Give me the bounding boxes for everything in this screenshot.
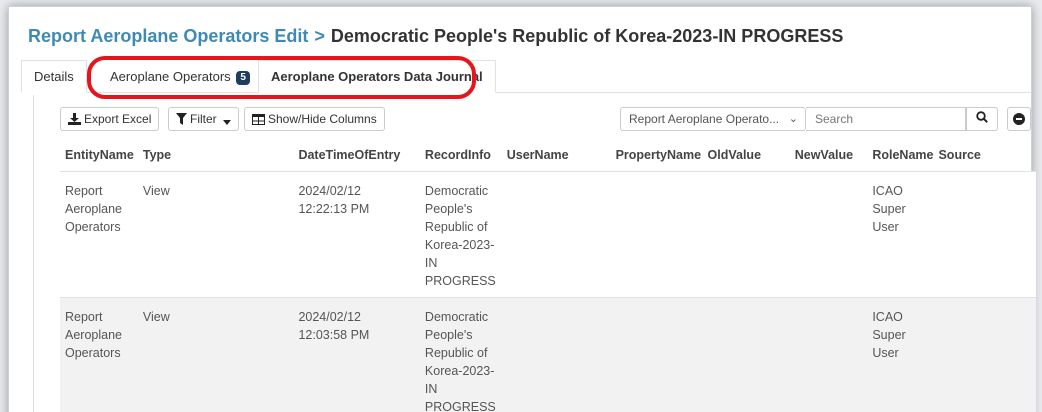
table-header-row: EntityName Type DateTimeOfEntry RecordIn… [60, 139, 1036, 172]
breadcrumb-parent-link[interactable]: Report Aeroplane Operators Edit [28, 26, 308, 46]
table-row: Report Aeroplane Operators View 2024/02/… [60, 297, 1036, 412]
app-window: Report Aeroplane Operators Edit > Democrat… [8, 6, 1036, 412]
column-header-type[interactable]: Type [137, 139, 295, 172]
cell-new-value [789, 171, 868, 298]
column-header-username[interactable]: UserName [501, 139, 611, 172]
search-input[interactable]: Search [806, 107, 966, 131]
column-header-recordinfo[interactable]: RecordInfo [419, 139, 502, 172]
breadcrumb-separator: > [314, 26, 325, 46]
cell-old-value [702, 171, 790, 298]
cell-source [933, 171, 1036, 298]
count-badge: 5 [236, 71, 250, 85]
column-header-newvalue[interactable]: NewValue [789, 139, 868, 172]
cell-role-name: ICAO Super User [867, 297, 934, 412]
cell-new-value [789, 297, 868, 412]
cell-property-name [610, 171, 703, 298]
breadcrumb: Report Aeroplane Operators Edit > Democrat… [28, 26, 843, 47]
report-select[interactable]: Report Aeroplane Operato... ⌄ [620, 107, 806, 131]
chevron-down-icon: ⌄ [788, 113, 798, 125]
search-icon [976, 111, 988, 126]
cell-role-name: ICAO Super User [867, 171, 934, 298]
cell-user-name [501, 171, 611, 298]
journal-panel: Export Excel Filter Show/Hide Columns Re… [33, 95, 1036, 412]
breadcrumb-current: Democratic People's Republic of Korea-20… [330, 26, 844, 46]
show-hide-columns-label: Show/Hide Columns [268, 112, 377, 126]
search-button[interactable] [966, 107, 998, 131]
column-header-datetimeofentry[interactable]: DateTimeOfEntry [294, 139, 420, 172]
tab-aeroplane-operators[interactable]: Aeroplane Operators 5 [97, 60, 263, 93]
cell-source [933, 297, 1036, 412]
tab-aeroplane-operators-data-journal[interactable]: Aeroplane Operators Data Journal [258, 60, 496, 93]
cell-property-name [610, 297, 703, 412]
cell-date-time: 2024/02/12 12:22:13 PM [294, 171, 420, 298]
show-hide-columns-button[interactable]: Show/Hide Columns [244, 107, 385, 131]
column-header-rolename[interactable]: RoleName [867, 139, 934, 172]
cell-user-name [501, 297, 611, 412]
cell-date-time: 2024/02/12 12:03:58 PM [294, 297, 420, 412]
cell-entity-name: Report Aeroplane Operators [60, 171, 138, 298]
filter-label: Filter [190, 112, 217, 126]
data-journal-table: EntityName Type DateTimeOfEntry RecordIn… [60, 139, 1036, 412]
column-header-oldvalue[interactable]: OldValue [702, 139, 790, 172]
tab-label: Details [34, 69, 74, 84]
tab-details[interactable]: Details [21, 60, 87, 93]
file-excel-icon [68, 110, 81, 132]
cell-entity-name: Report Aeroplane Operators [60, 297, 138, 412]
cell-old-value [702, 297, 790, 412]
report-select-value: Report Aeroplane Operato... [629, 112, 780, 126]
export-excel-label: Export Excel [84, 112, 152, 126]
column-header-source[interactable]: Source [933, 139, 1036, 172]
export-excel-button[interactable]: Export Excel [60, 107, 160, 132]
search-placeholder: Search [815, 112, 854, 126]
table-columns-icon [252, 110, 265, 132]
cell-record-info-link[interactable]: Democratic People's Republic of Korea-20… [419, 297, 502, 412]
clear-button[interactable] [1007, 107, 1031, 131]
cell-type: View [137, 297, 295, 412]
cell-type: View [137, 171, 295, 298]
filter-button[interactable]: Filter [168, 107, 240, 132]
tab-label: Aeroplane Operators Data Journal [271, 69, 483, 84]
tab-bar: Details Aeroplane Operators 5 Aeroplane … [21, 60, 1031, 93]
column-header-propertyname[interactable]: PropertyName [610, 139, 703, 172]
cell-record-info-link[interactable]: Democratic People's Republic of Korea-20… [419, 171, 502, 298]
caret-down-icon [223, 110, 232, 132]
filter-icon [176, 110, 187, 132]
tab-label: Aeroplane Operators [110, 69, 231, 84]
table-row: Report Aeroplane Operators View 2024/02/… [60, 171, 1036, 298]
column-header-entityname[interactable]: EntityName [60, 139, 138, 172]
minus-circle-icon [1013, 113, 1025, 128]
